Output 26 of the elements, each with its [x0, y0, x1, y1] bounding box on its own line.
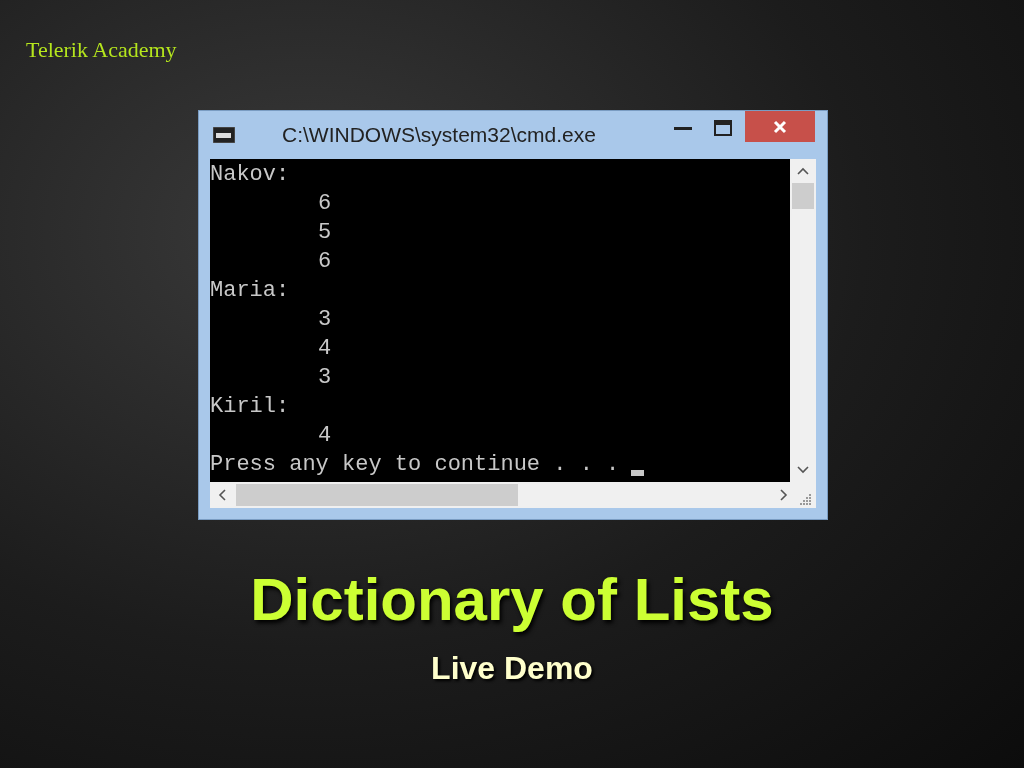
scroll-thumb[interactable] [792, 183, 814, 209]
close-icon [773, 119, 787, 134]
slide-title: Dictionary of Lists [250, 565, 774, 635]
resize-grip-icon [800, 493, 812, 505]
scroll-right-icon [780, 489, 788, 501]
console-line: 3 [318, 364, 332, 392]
console-line: 6 [318, 248, 332, 276]
console-line: 5 [318, 219, 332, 247]
scroll-down-icon [797, 466, 809, 474]
logo-text: Telerik Academy [26, 36, 177, 64]
minimize-icon [674, 126, 692, 130]
scroll-left-icon [218, 489, 226, 501]
console-line: 6 [318, 190, 332, 218]
console-line: 3 [318, 306, 332, 334]
slide-subtitle: Live Demo [431, 649, 593, 688]
scroll-thumb[interactable] [236, 484, 518, 506]
console-line: Maria: [210, 277, 290, 305]
console-line: Kiril: [210, 393, 290, 421]
console-line: Nakov: [210, 161, 290, 189]
console-line: 4 [318, 335, 332, 363]
window-title: C:\WINDOWS\system32\cmd.exe [282, 122, 596, 149]
maximize-icon [714, 120, 732, 136]
console-line: 4 [318, 422, 332, 450]
console-app-icon [213, 127, 235, 143]
close-button[interactable] [745, 111, 815, 142]
scroll-up-icon [797, 167, 809, 175]
